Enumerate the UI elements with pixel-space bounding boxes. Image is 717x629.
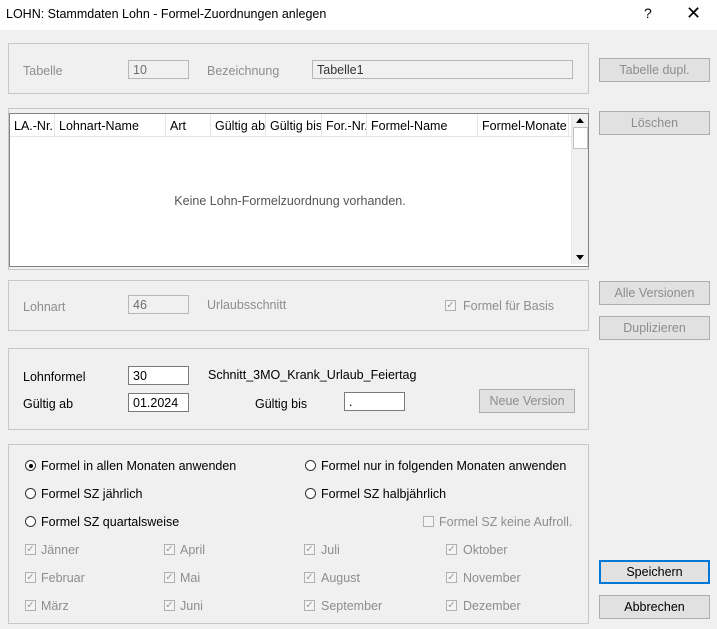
- formel-basis-label: Formel für Basis: [463, 299, 554, 313]
- window-title: LOHN: Stammdaten Lohn - Formel-Zuordnung…: [6, 7, 327, 21]
- month-checkbox[interactable]: ✓: [25, 600, 36, 611]
- month-label: März: [41, 599, 69, 613]
- list-header: LA.-Nr. Lohnart-Name Art Gültig ab Gülti…: [10, 114, 588, 137]
- neue-version-button[interactable]: Neue Version: [479, 389, 575, 413]
- speichern-button[interactable]: Speichern: [599, 560, 710, 584]
- month-checkbox[interactable]: ✓: [164, 544, 175, 555]
- radio-sz-jaehrlich[interactable]: [25, 488, 36, 499]
- scroll-down-icon[interactable]: [576, 255, 584, 260]
- radio-folgende-monate-label[interactable]: Formel nur in folgenden Monaten anwenden: [321, 459, 566, 473]
- list-scrollbar[interactable]: [571, 114, 588, 264]
- month-checkbox[interactable]: ✓: [304, 600, 315, 611]
- month-checkbox[interactable]: ✓: [164, 572, 175, 583]
- month-label: Mai: [180, 571, 201, 585]
- month-label: Jänner: [41, 543, 80, 557]
- month-label: August: [321, 571, 360, 585]
- month-label: Juli: [321, 543, 340, 557]
- gueltig-ab-label: Gültig ab: [23, 397, 74, 411]
- urlaub-label: Urlaubsschnitt: [207, 298, 287, 312]
- radio-alle-monate-label[interactable]: Formel in allen Monaten anwenden: [41, 459, 236, 473]
- month-label: Dezember: [463, 599, 521, 613]
- col-la-nr[interactable]: LA.-Nr.: [10, 114, 55, 136]
- col-formel-monate[interactable]: Formel-Monate: [478, 114, 569, 136]
- month-label: Oktober: [463, 543, 508, 557]
- close-icon[interactable]: ✕: [686, 3, 701, 24]
- month-checkbox[interactable]: ✓: [446, 600, 457, 611]
- tabelle-dupl-button[interactable]: Tabelle dupl.: [599, 58, 710, 82]
- month-label: Juni: [180, 599, 203, 613]
- radio-sz-quartalsweise-label[interactable]: Formel SZ quartalsweise: [41, 515, 179, 529]
- lohnformel-label: Lohnformel: [23, 370, 86, 384]
- alle-versionen-button[interactable]: Alle Versionen: [599, 281, 710, 305]
- month-checkbox[interactable]: ✓: [25, 572, 36, 583]
- lohnart-label: Lohnart: [23, 300, 66, 314]
- month-label: November: [463, 571, 521, 585]
- col-gueltig-ab[interactable]: Gültig ab: [211, 114, 266, 136]
- gueltig-ab-input[interactable]: 01.2024: [128, 393, 189, 412]
- duplizieren-button[interactable]: Duplizieren: [599, 316, 710, 340]
- month-label: April: [180, 543, 206, 557]
- keine-aufroll-label: Formel SZ keine Aufroll.: [439, 515, 573, 529]
- month-label: Februar: [41, 571, 85, 585]
- keine-aufroll-checkbox[interactable]: [423, 516, 434, 527]
- tabelle-field: 10: [128, 60, 189, 79]
- help-button[interactable]: ?: [644, 5, 652, 21]
- formel-basis-checkbox[interactable]: ✓: [445, 300, 456, 311]
- gueltig-bis-input[interactable]: .: [344, 392, 405, 411]
- scroll-up-icon[interactable]: [576, 118, 584, 123]
- scroll-thumb[interactable]: [573, 127, 588, 149]
- radio-sz-jaehrlich-label[interactable]: Formel SZ jährlich: [41, 487, 142, 501]
- radio-sz-halbjaehrlich-label[interactable]: Formel SZ halbjährlich: [321, 487, 446, 501]
- col-formel-name[interactable]: Formel-Name: [367, 114, 478, 136]
- col-gueltig-bis[interactable]: Gültig bis: [266, 114, 322, 136]
- lohnformel-name: Schnitt_3MO_Krank_Urlaub_Feiertag: [208, 368, 417, 382]
- formula-list[interactable]: LA.-Nr. Lohnart-Name Art Gültig ab Gülti…: [9, 113, 589, 267]
- month-checkbox[interactable]: ✓: [304, 572, 315, 583]
- gueltig-bis-label: Gültig bis: [255, 397, 308, 411]
- month-checkbox[interactable]: ✓: [446, 544, 457, 555]
- radio-sz-halbjaehrlich[interactable]: [305, 488, 316, 499]
- bezeichnung-label: Bezeichnung: [207, 64, 280, 78]
- lohnart-field: 46: [128, 295, 189, 314]
- loeschen-button[interactable]: Löschen: [599, 111, 710, 135]
- month-label: September: [321, 599, 383, 613]
- empty-list-text: Keine Lohn-Formelzuordnung vorhanden.: [174, 194, 406, 208]
- col-for-nr[interactable]: For.-Nr.: [322, 114, 367, 136]
- col-art[interactable]: Art: [166, 114, 211, 136]
- tabelle-label: Tabelle: [23, 64, 63, 78]
- bezeichnung-field: Tabelle1: [312, 60, 573, 79]
- col-lohnart-name[interactable]: Lohnart-Name: [55, 114, 166, 136]
- month-checkbox[interactable]: ✓: [25, 544, 36, 555]
- lohnformel-input[interactable]: 30: [128, 366, 189, 385]
- radio-alle-monate[interactable]: [25, 460, 36, 471]
- month-checkbox[interactable]: ✓: [164, 600, 175, 611]
- abbrechen-button[interactable]: Abbrechen: [599, 595, 710, 619]
- radio-folgende-monate[interactable]: [305, 460, 316, 471]
- radio-sz-quartalsweise[interactable]: [25, 516, 36, 527]
- month-checkbox[interactable]: ✓: [446, 572, 457, 583]
- month-checkbox[interactable]: ✓: [304, 544, 315, 555]
